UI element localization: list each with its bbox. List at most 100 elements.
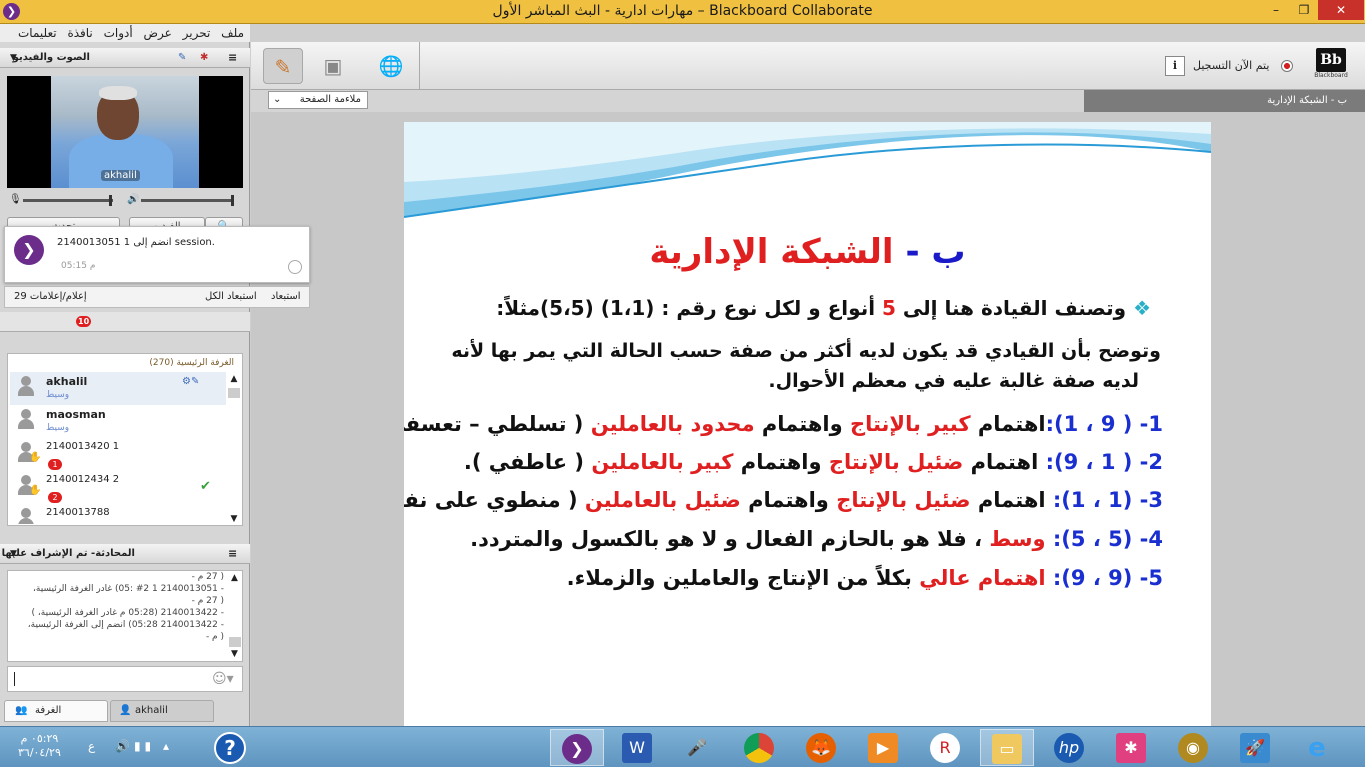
audio-settings-icon[interactable]: ✎	[178, 48, 186, 68]
participants-list: الغرفة الرئيسية (270) akhalil وسيط ⚙✎ ma…	[7, 353, 243, 526]
video-name-tag: akhalil	[101, 170, 140, 181]
menu-tools[interactable]: أدوات	[104, 26, 133, 40]
menu-help[interactable]: تعليمات	[18, 26, 57, 40]
tray-clock[interactable]: ٠٥:٢٩ م ٣٦/٠٤/٢٩	[18, 732, 61, 760]
recording-label: يتم الآن التسجيل	[1193, 59, 1270, 72]
chevron-down-icon: ⌄	[273, 94, 282, 105]
rocket-taskbar-icon[interactable]: 🚀	[1228, 729, 1282, 766]
participant-role: وسيط	[46, 390, 70, 400]
participant-name: akhalil	[46, 375, 88, 388]
menu-view[interactable]: عرض	[144, 26, 172, 40]
media-player-taskbar-icon[interactable]: ▶	[856, 729, 910, 766]
title-bar: ❯ مهارات ادارية - البث المباشر الأول – B…	[0, 0, 1365, 24]
windows-taskbar: ٠٥:٢٩ م ٣٦/٠٤/٢٩ ع 🔊▮▮ ▴ ? ❯ W 🎤 🦊 ▶ R ▭…	[0, 726, 1365, 767]
help-icon[interactable]: ?	[214, 732, 246, 764]
participant-row[interactable]: akhalil وسيط ⚙✎	[10, 372, 226, 405]
scroll-thumb[interactable]	[229, 637, 241, 647]
scroll-thumb[interactable]	[228, 388, 240, 398]
tab-user-label: akhalil	[135, 705, 168, 716]
slide-wave-decoration	[404, 122, 1211, 218]
participant-name: 2140013788	[46, 507, 110, 518]
menu-window[interactable]: نافذة	[67, 26, 92, 40]
chat-input[interactable]: ☺▾	[7, 666, 243, 692]
checkmark-icon: ✔	[200, 479, 211, 494]
participant-row[interactable]: ✋ 2140013420 1 1	[10, 438, 226, 471]
slide-item-3: 3- (1 ، 1): اهتمام ضئيل بالإنتاج واهتمام…	[404, 488, 1163, 512]
word-taskbar-icon[interactable]: W	[610, 729, 664, 766]
panel-menu-icon[interactable]: ≡	[228, 544, 237, 564]
participant-row[interactable]: ✋ 2140012434 2 2 ✔	[10, 471, 226, 504]
slide-item-5: 5- (9 ، 9): اهتمام عالي بكلاً من الإنتاج…	[566, 566, 1163, 590]
internet-explorer-taskbar-icon[interactable]: e	[1290, 729, 1344, 766]
emoticon-icon[interactable]: ☺▾	[212, 671, 234, 687]
collaborate-taskbar-icon[interactable]: ❯	[550, 729, 604, 766]
slide-item-2: 2- ( 1 ، 9): اهتمام ضئيل بالإنتاج واهتما…	[463, 450, 1163, 474]
presentation-slide[interactable]: ب - الشبكة الإدارية ❖ وتصنف القيادة هنا …	[404, 122, 1211, 726]
whiteboard-icon[interactable]: ✎	[263, 48, 303, 84]
raised-hand-icon: ✋	[29, 485, 42, 496]
scroll-up-icon[interactable]: ▲	[231, 573, 238, 583]
mic-volume-slider[interactable]	[23, 195, 113, 206]
tab-user[interactable]: 👤 akhalil	[110, 700, 214, 722]
minimize-button[interactable]: –	[1262, 0, 1290, 20]
participant-row[interactable]: maosman وسيط	[10, 405, 226, 438]
maximize-button[interactable]: ❐	[1290, 0, 1318, 20]
chat-message: ( م -	[205, 632, 224, 642]
page-fit-label: ملاءمة الصفحة	[299, 94, 361, 105]
chat-message: ( 27 م -	[191, 596, 224, 606]
hp-taskbar-icon[interactable]: hp	[1042, 729, 1096, 766]
page-fit-select[interactable]: ملاءمة الصفحة ⌄	[268, 91, 368, 109]
notification-message: 2140013051 1 انضم إلى session.	[57, 237, 215, 248]
microphone-taskbar-icon[interactable]: 🎤	[670, 729, 724, 766]
user-avatar-icon	[18, 376, 34, 398]
record-indicator-icon[interactable]	[1281, 60, 1293, 72]
slide-item-1: 1- ( 9 ، 1):اهتمام كبير بالإنتاج واهتمام…	[404, 412, 1163, 436]
info-icon[interactable]: i	[1165, 56, 1185, 76]
moderator-tools-icon: ⚙✎	[182, 376, 200, 387]
app-taskbar-icon[interactable]: ✱	[1104, 729, 1158, 766]
group-icon: 👥	[15, 705, 28, 716]
chat-message: - 2140013422 (05:28 م غادر الغرفة الرئيس…	[31, 608, 224, 618]
chat-scrollbar[interactable]: ▲ ▼	[228, 571, 242, 661]
bottom-tabs: 👥 الغرفة 👤 akhalil	[0, 700, 250, 726]
volume-sliders: 🎙 🔊	[7, 194, 243, 208]
speaker-app-taskbar-icon[interactable]: ◉	[1166, 729, 1220, 766]
raised-hands-badge: 10	[76, 316, 92, 327]
scroll-down-icon[interactable]: ▼	[227, 514, 241, 526]
chrome-taskbar-icon[interactable]	[732, 729, 786, 766]
dismiss-all-button[interactable]: استبعاد الكل	[205, 287, 257, 307]
web-tour-icon[interactable]: 🌐	[371, 48, 411, 84]
slide-title-prefix: ب -	[905, 232, 966, 272]
language-indicator[interactable]: ع	[88, 739, 95, 753]
participants-scrollbar[interactable]: ▲ ▼	[227, 374, 241, 524]
slide-explain-line-2: لديه صفة غالبة عليه في معظم الأحوال.	[768, 370, 1139, 392]
menu-file[interactable]: ملف	[221, 26, 244, 40]
close-button[interactable]: ✕	[1318, 0, 1364, 20]
participant-row[interactable]: 2140013788	[10, 504, 226, 524]
dismiss-button[interactable]: استبعاد	[271, 287, 301, 307]
whiteboard-stage: ب - الشبكة الإدارية ❖ وتصنف القيادة هنا …	[251, 112, 1365, 726]
tab-room[interactable]: 👥 الغرفة	[4, 700, 108, 722]
menu-edit[interactable]: تحرير	[183, 26, 211, 40]
firefox-taskbar-icon[interactable]: 🦊	[794, 729, 848, 766]
file-explorer-taskbar-icon[interactable]: ▭	[980, 729, 1034, 766]
scroll-down-icon[interactable]: ▼	[231, 649, 238, 659]
application-sharing-icon[interactable]: ▣	[313, 48, 353, 84]
gear-icon[interactable]: ✱	[200, 48, 208, 68]
blackboard-logo: Bb Blackboard	[1311, 48, 1351, 84]
notification-select-radio[interactable]	[288, 260, 302, 274]
audio-video-panel-header: ▼ الصوت والفيديو ✎ ✱ ≡	[0, 48, 250, 68]
scroll-up-icon[interactable]: ▲	[227, 374, 241, 386]
slide-title-tab[interactable]: ب - الشبكة الإدارية	[1084, 90, 1365, 112]
chat-panel-header: ▼ المحادثة- تم الإشراف عليها ≡	[0, 544, 250, 564]
system-tray: ٠٥:٢٩ م ٣٦/٠٤/٢٩ ع 🔊▮▮ ▴ ?	[0, 727, 260, 767]
slide-item-4: 4- (5 ، 5): وسط ، فلا هو بالحازم الفعال …	[470, 527, 1163, 551]
recording-status: i يتم الآن التسجيل	[1163, 48, 1301, 84]
slide-explain-line-1: وتوضح بأن القيادي قد يكون لديه أكثر من ص…	[451, 340, 1161, 362]
speaker-volume-slider[interactable]	[141, 195, 234, 206]
tray-system-icons[interactable]: 🔊▮▮ ▴	[115, 739, 173, 753]
panel-menu-icon[interactable]: ≡	[228, 48, 237, 68]
recorder-taskbar-icon[interactable]: R	[918, 729, 972, 766]
notification-count: 29 إعلام/إعلامات	[14, 291, 87, 302]
participant-name: 2140012434 2	[46, 474, 120, 485]
